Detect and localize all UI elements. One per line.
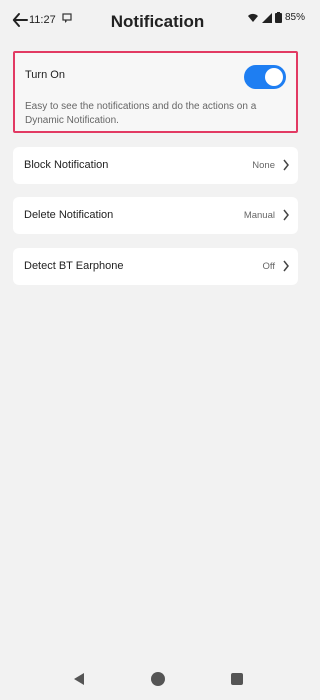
chevron-right-icon (283, 260, 289, 272)
signal-icon (261, 12, 272, 23)
delete-notification-label: Delete Notification (24, 209, 114, 221)
delete-notification-row[interactable]: Delete Notification Manual (13, 197, 298, 234)
turn-on-label: Turn On (25, 69, 65, 81)
circle-home-icon[interactable] (151, 672, 165, 686)
turn-on-row[interactable]: Turn On (15, 63, 296, 91)
block-notification-row[interactable]: Block Notification None (13, 147, 298, 184)
detect-bt-earphone-row[interactable]: Detect BT Earphone Off (13, 248, 298, 285)
battery-percent: 85% (284, 12, 305, 23)
block-notification-value: None (252, 160, 275, 171)
battery-icon (274, 12, 282, 23)
turn-on-toggle[interactable] (244, 65, 286, 89)
status-bar: 11:27 Notification 85% (0, 0, 315, 40)
delete-notification-value: Manual (243, 210, 275, 221)
turn-on-description: Easy to see the notifications and do the… (25, 101, 257, 126)
block-notification-label: Block Notification (24, 159, 109, 171)
system-navigation-bar (0, 660, 315, 700)
toggle-knob (265, 68, 283, 86)
wifi-icon (247, 13, 258, 22)
turn-on-section: Turn On Easy to see the notifications an… (13, 51, 298, 133)
chevron-right-icon (283, 159, 289, 171)
triangle-back-icon[interactable] (73, 672, 85, 686)
detect-bt-earphone-value: Off (262, 261, 276, 272)
system-icons: 85% (247, 12, 305, 23)
square-recents-icon[interactable] (231, 673, 243, 685)
chevron-right-icon (283, 209, 289, 221)
detect-bt-earphone-label: Detect BT Earphone (24, 260, 124, 272)
